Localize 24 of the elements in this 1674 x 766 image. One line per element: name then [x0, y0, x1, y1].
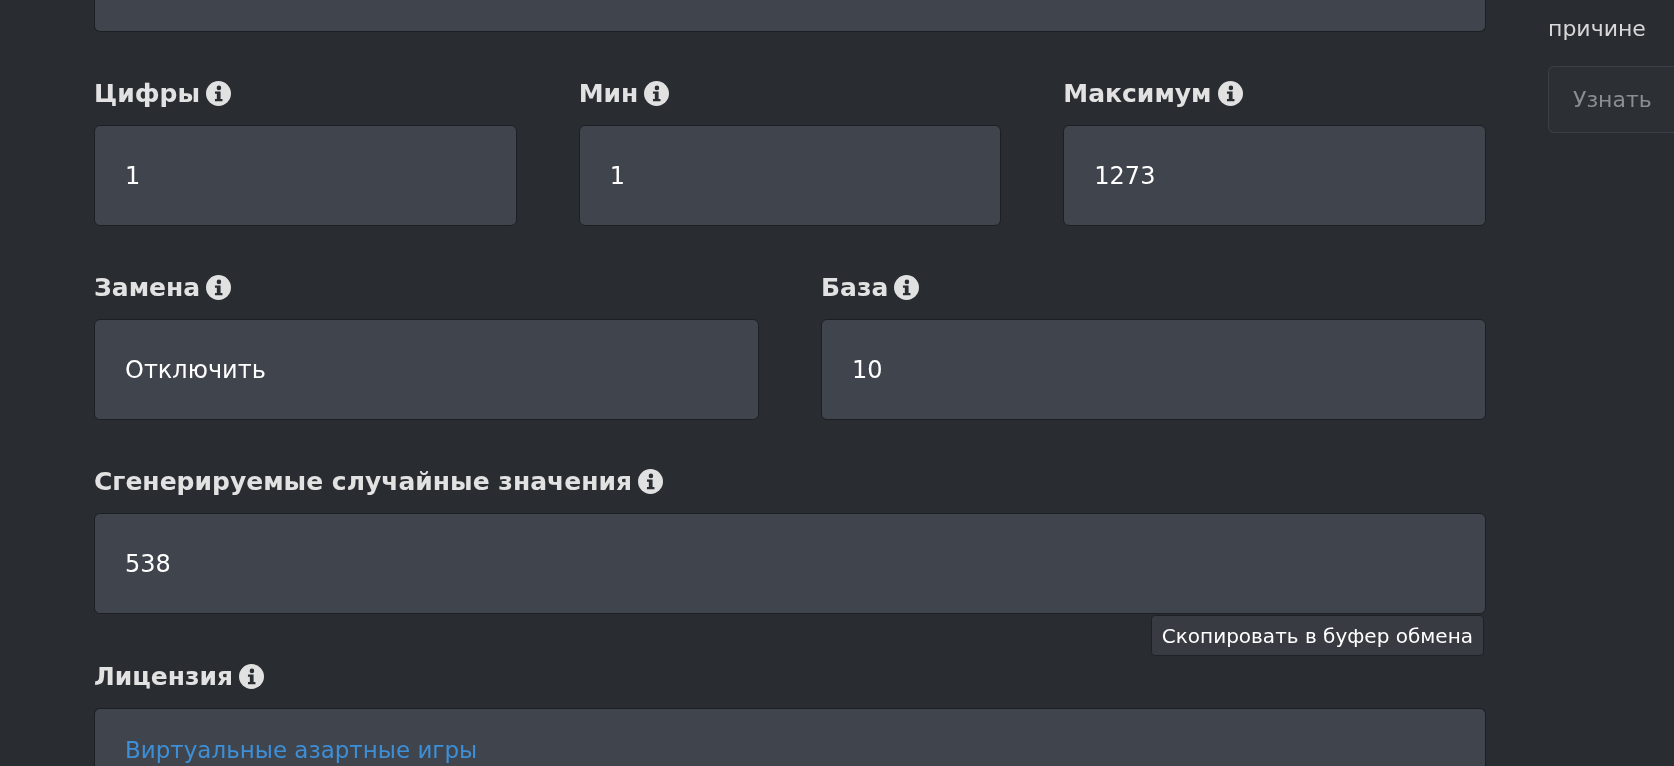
field-label: Сгенерируемые случайные значения	[94, 466, 632, 496]
field-label: Замена	[94, 272, 201, 302]
copy-button[interactable]: Скопировать в буфер обмена	[1150, 615, 1484, 656]
info-icon[interactable]	[894, 274, 920, 300]
input-field[interactable]	[94, 0, 1486, 32]
field-label: Цифры	[94, 78, 201, 108]
input-field[interactable]: 1273	[1063, 125, 1486, 226]
field-label: База	[821, 272, 889, 302]
learn-button[interactable]: Узнать	[1548, 66, 1674, 133]
field-label: Мин	[578, 78, 639, 108]
info-icon[interactable]	[644, 80, 670, 106]
info-icon[interactable]	[1217, 80, 1243, 106]
field-label: Лицензия	[94, 661, 234, 691]
field-label: Максимум	[1063, 78, 1212, 108]
input-field[interactable]: 1	[578, 125, 1002, 226]
description-text: причине	[1548, 16, 1646, 42]
info-icon[interactable]	[206, 80, 232, 106]
info-icon[interactable]	[239, 663, 265, 689]
info-icon[interactable]	[206, 274, 232, 300]
input-field[interactable]: Отключить	[94, 319, 759, 420]
input-field[interactable]: 10	[821, 319, 1486, 420]
input-field[interactable]: 1	[94, 125, 517, 226]
input-field[interactable]: 538	[94, 513, 1486, 614]
info-icon[interactable]	[638, 468, 663, 494]
